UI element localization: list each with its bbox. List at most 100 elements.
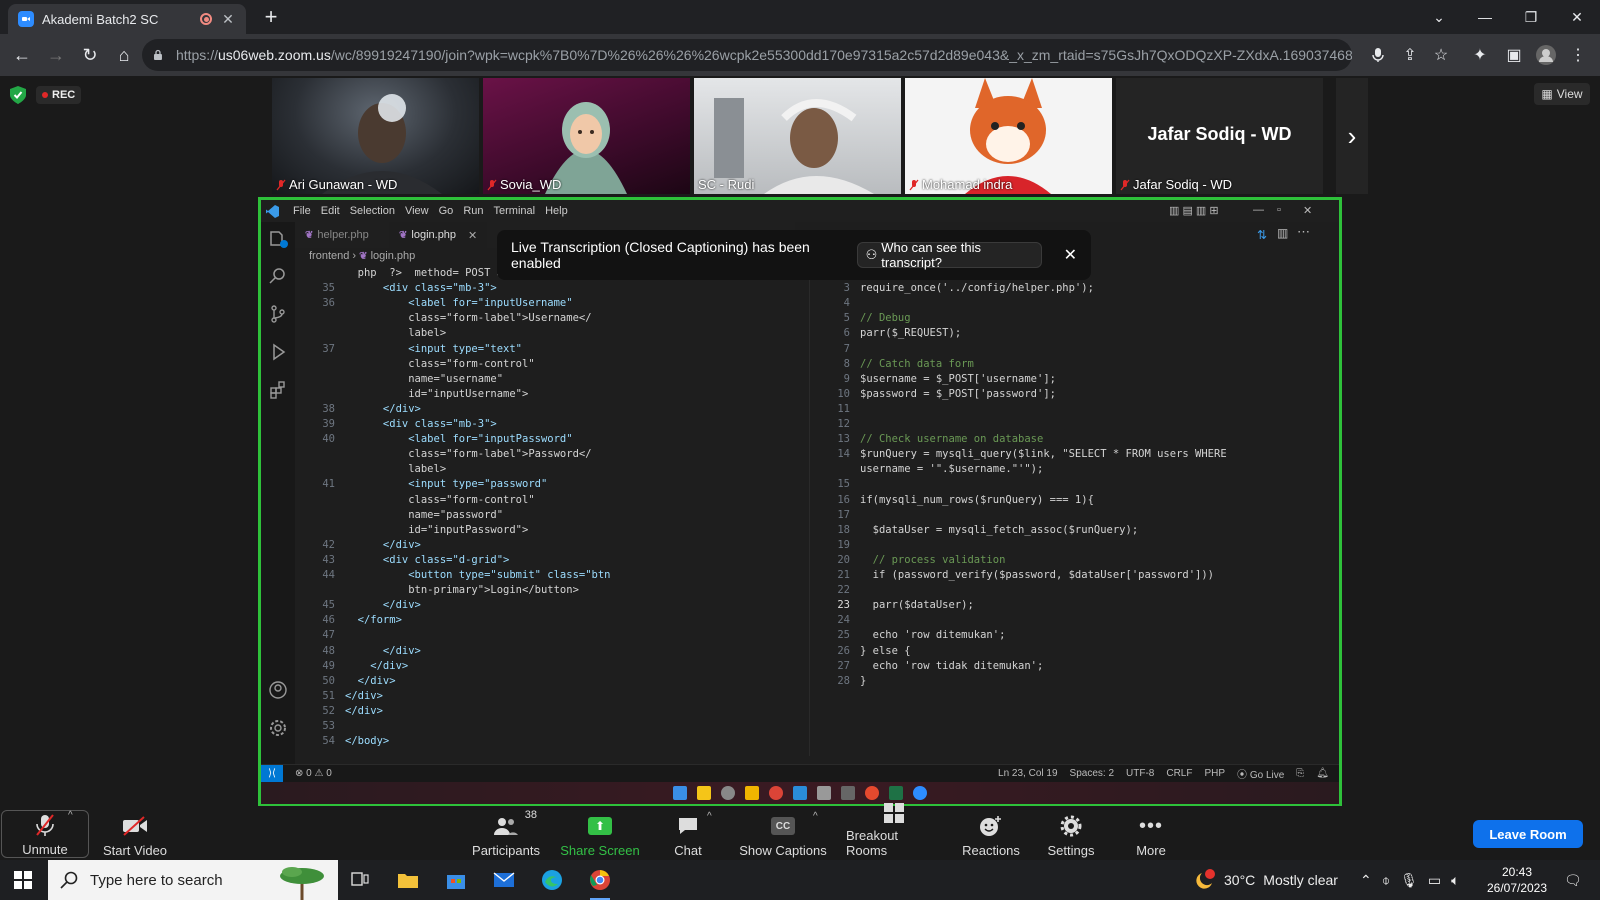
reload-button[interactable]: ↻: [74, 39, 106, 71]
tab-login-php[interactable]: ❦ login.php ✕: [389, 222, 488, 248]
code-line[interactable]: 35 <div class="mb-3">: [295, 281, 496, 296]
code-line[interactable]: class="form-control": [295, 357, 534, 372]
line-ending[interactable]: CRLF: [1166, 768, 1192, 779]
unmute-button[interactable]: ^ Unmute: [1, 810, 89, 858]
taskbar-clock[interactable]: 20:43 26/07/2023: [1486, 864, 1548, 896]
volume-icon[interactable]: 🔈︎: [1451, 872, 1459, 889]
participant-tile[interactable]: SC - Rudi: [694, 78, 901, 194]
forward-button[interactable]: →: [40, 39, 72, 71]
code-line[interactable]: 17: [810, 508, 860, 523]
remote-icon[interactable]: ⟩⟨: [261, 764, 283, 783]
language-mode[interactable]: PHP: [1204, 768, 1225, 779]
code-line[interactable]: 42 </div>: [295, 538, 421, 553]
profile-avatar[interactable]: [1534, 43, 1558, 67]
code-line[interactable]: 11: [810, 402, 860, 417]
menu-go[interactable]: Go: [439, 205, 454, 217]
restore-button[interactable]: ❐: [1508, 0, 1554, 34]
chat-options-caret-icon[interactable]: ^: [707, 811, 712, 822]
network-icon[interactable]: ▭: [1428, 872, 1441, 889]
show-hidden-icons-chevron-icon[interactable]: ⌃: [1360, 872, 1372, 889]
back-button[interactable]: ←: [6, 39, 38, 71]
code-line[interactable]: php ?> method= POST >: [295, 266, 503, 281]
bookmark-star-icon[interactable]: ☆: [1429, 43, 1453, 67]
code-line[interactable]: 48 </div>: [295, 644, 421, 659]
go-live-editor-icon[interactable]: ⇅: [1257, 228, 1267, 242]
code-line[interactable]: 53: [295, 719, 345, 734]
vscode-minimize-icon[interactable]: —: [1253, 204, 1264, 216]
code-line[interactable]: 41 <input type="password": [295, 477, 547, 492]
encoding[interactable]: UTF-8: [1126, 768, 1154, 779]
code-line[interactable]: 43 <div class="d-grid">: [295, 553, 509, 568]
participant-tile[interactable]: Mohamad indra: [905, 78, 1112, 194]
accounts-icon[interactable]: [268, 680, 288, 700]
address-bar[interactable]: https://us06web.zoom.us/wc/89919247190/j…: [142, 39, 1352, 71]
browser-tab[interactable]: Akademi Batch2 SC ✕: [8, 4, 246, 34]
code-line[interactable]: 27 echo 'row tidak ditemukan';: [810, 659, 1043, 674]
editor-right-pane[interactable]: 2// Helper3require_once('../config/helpe…: [809, 266, 1309, 756]
go-live-button[interactable]: ⦿ Go Live: [1237, 766, 1284, 781]
encryption-shield-icon[interactable]: [10, 86, 26, 104]
code-line[interactable]: 39 <div class="mb-3">: [295, 417, 496, 432]
search-icon[interactable]: [268, 266, 288, 286]
new-tab-button[interactable]: +: [258, 4, 284, 30]
vscode-close-icon[interactable]: ✕: [1303, 204, 1312, 217]
reactions-button[interactable]: Reactions: [956, 810, 1026, 858]
code-line[interactable]: 26} else {: [810, 644, 910, 659]
task-view-icon[interactable]: [346, 866, 374, 894]
code-line[interactable]: 5 // Debug: [810, 311, 911, 326]
indentation[interactable]: Spaces: 2: [1070, 768, 1114, 779]
code-line[interactable]: 18 $dataUser = mysqli_fetch_assoc($runQu…: [810, 523, 1138, 538]
code-line[interactable]: 13 // Check username on database: [810, 432, 1043, 447]
notifications-icon[interactable]: 🗨︎: [1564, 860, 1582, 900]
participant-tile[interactable]: Ari Gunawan - WD: [272, 78, 479, 194]
code-line[interactable]: 47: [295, 628, 345, 643]
file-explorer-icon[interactable]: [394, 866, 422, 894]
extensions-puzzle-icon[interactable]: ✦: [1468, 43, 1492, 67]
code-line[interactable]: 4: [810, 296, 860, 311]
code-line[interactable]: 20 // process validation: [810, 553, 1005, 568]
code-line[interactable]: id="inputPassword">: [295, 523, 528, 538]
problems-indicator[interactable]: ⊗ 0 ⚠ 0: [295, 768, 332, 779]
edge-browser-icon[interactable]: [538, 866, 566, 894]
more-button[interactable]: ••• More: [1124, 810, 1178, 859]
captions-options-caret-icon[interactable]: ^: [813, 811, 818, 822]
audio-options-caret-icon[interactable]: ^: [68, 810, 73, 821]
windows-search-box[interactable]: Type here to search: [48, 860, 338, 900]
side-panel-icon[interactable]: ▣: [1502, 43, 1526, 67]
window-close-button[interactable]: ✕: [1554, 0, 1600, 34]
tab-helper-php[interactable]: ❦ helper.php: [295, 222, 379, 248]
source-control-icon[interactable]: [268, 304, 288, 324]
home-button[interactable]: ⌂: [108, 39, 140, 71]
layout-toggle-icon[interactable]: ▥ ▤ ▥ ⊞: [1169, 204, 1219, 217]
recording-badge[interactable]: REC: [36, 86, 82, 104]
leave-room-button[interactable]: Leave Room: [1473, 820, 1583, 848]
code-line[interactable]: 28}: [810, 674, 866, 689]
code-line[interactable]: class="form-label">Username</: [295, 311, 591, 326]
vscode-restore-icon[interactable]: ▫: [1277, 204, 1281, 216]
meet-now-camera-icon[interactable]: ⌽: [1382, 872, 1390, 889]
split-editor-icon[interactable]: ▥: [1277, 226, 1288, 240]
breakout-rooms-button[interactable]: Breakout Rooms: [846, 803, 942, 858]
menu-terminal[interactable]: Terminal: [494, 205, 536, 217]
code-line[interactable]: 52 </div>: [295, 704, 383, 719]
settings-button[interactable]: Settings: [1040, 810, 1102, 858]
code-line[interactable]: 40 <label for="inputPassword": [295, 432, 572, 447]
code-line[interactable]: 21 if (password_verify($password, $dataU…: [810, 568, 1214, 583]
code-line[interactable]: 14 $runQuery = mysqli_query($link, "SELEC…: [810, 447, 1226, 462]
explorer-icon[interactable]: [268, 228, 288, 248]
tab-search-chevron-icon[interactable]: ⌄: [1416, 0, 1462, 34]
menu-view[interactable]: View: [405, 205, 429, 217]
code-line[interactable]: class="form-label">Password</: [295, 447, 591, 462]
extensions-icon[interactable]: [268, 380, 288, 400]
code-line[interactable]: 37 <input type="text": [295, 342, 522, 357]
code-line[interactable]: 50 </div>: [295, 674, 395, 689]
more-actions-icon[interactable]: ⋯: [1297, 224, 1310, 240]
participants-button[interactable]: 38 Participants: [466, 809, 546, 858]
code-line[interactable]: 24: [810, 613, 860, 628]
code-line[interactable]: btn-primary">Login</button>: [295, 583, 579, 598]
chrome-menu-icon[interactable]: ⋮: [1566, 43, 1590, 67]
mail-icon[interactable]: [490, 866, 518, 894]
code-line[interactable]: 9 $username = $_POST['username'];: [810, 372, 1056, 387]
menu-file[interactable]: File: [293, 205, 311, 217]
code-line[interactable]: 22: [810, 583, 860, 598]
